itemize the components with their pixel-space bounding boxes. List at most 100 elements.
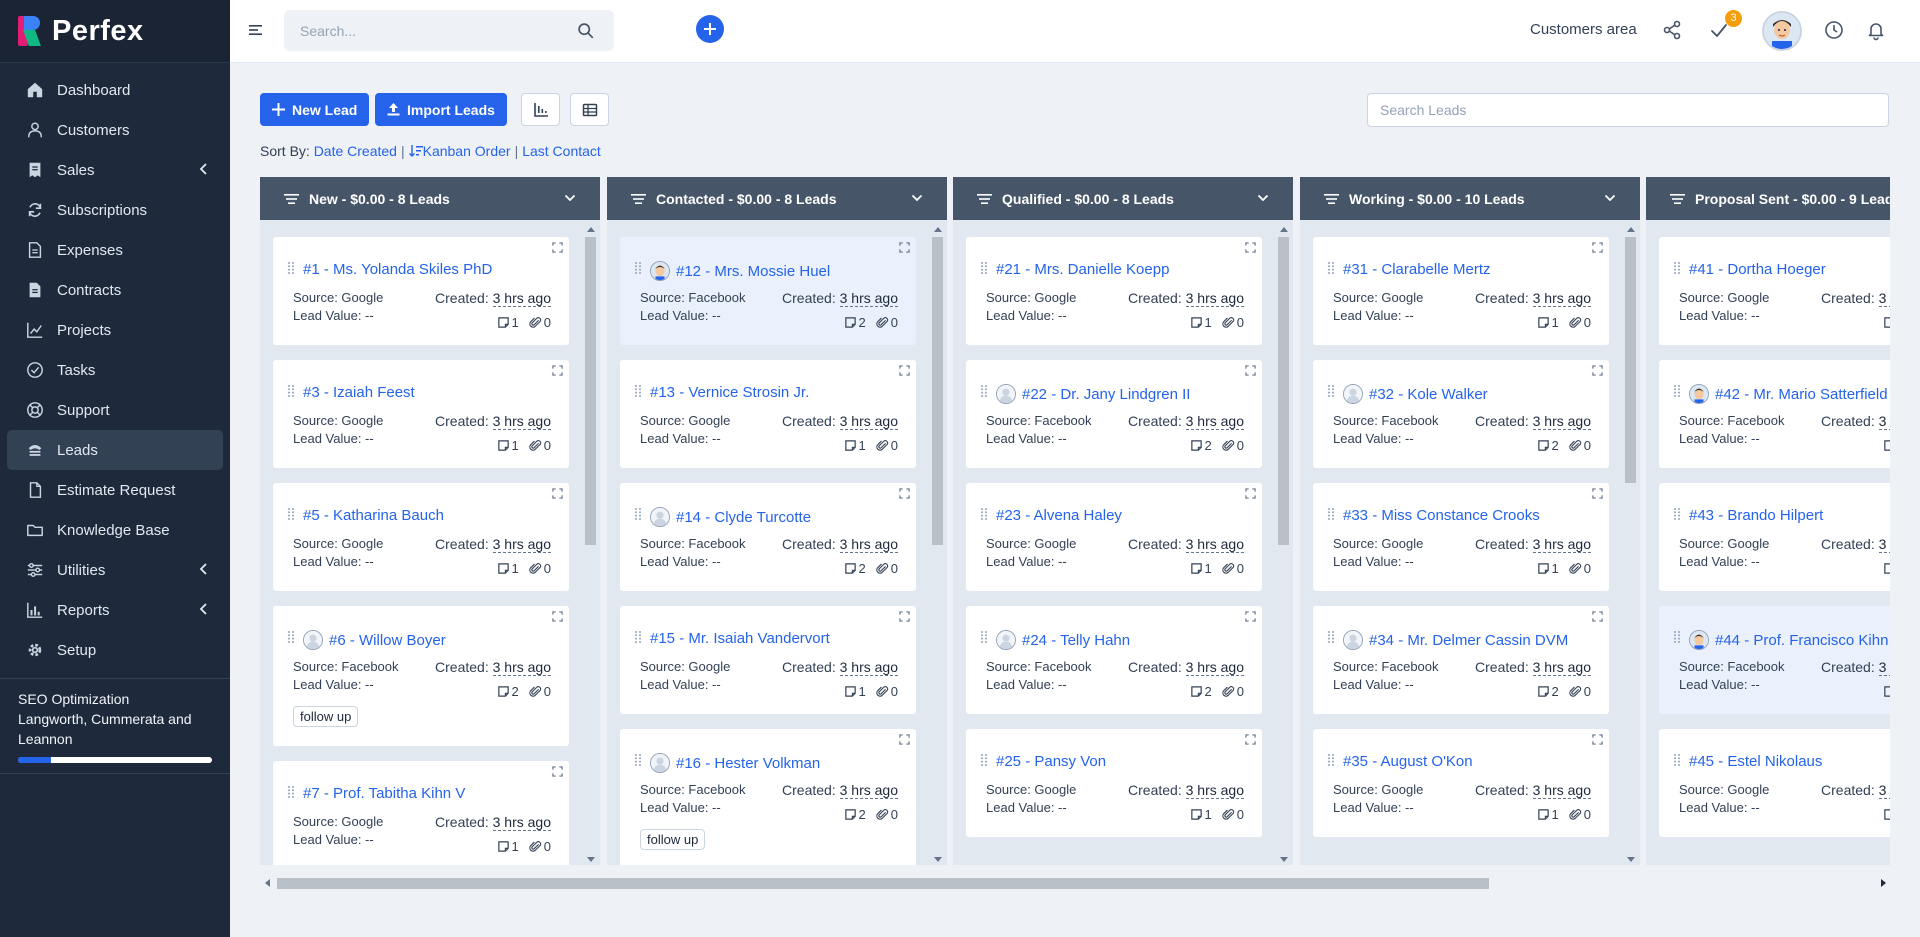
horizontal-scroll-thumb[interactable] (277, 878, 1489, 889)
lead-title-link[interactable]: #16 - Hester Volkman (650, 753, 820, 773)
bell-icon[interactable] (1865, 19, 1887, 41)
created-time[interactable]: 3 hrs ago (492, 413, 551, 430)
chevron-down-icon[interactable] (911, 192, 923, 204)
created-time[interactable]: 3 hrs ago (1878, 536, 1890, 553)
sidebar-item-reports[interactable]: Reports (7, 590, 223, 630)
sidebar-item-estimate-request[interactable]: Estimate Request (7, 470, 223, 510)
lead-card[interactable]: #16 - Hester Volkman Source: Facebook Lead… (619, 728, 917, 865)
scroll-up-arrow-icon[interactable] (934, 227, 942, 232)
created-time[interactable]: 3 hrs ago (1878, 782, 1890, 799)
vertical-scroll-thumb[interactable] (932, 237, 943, 545)
lead-title-link[interactable]: #24 - Telly Hahn (996, 630, 1130, 650)
switch-to-table-button[interactable] (570, 93, 609, 126)
lead-card[interactable]: #7 - Prof. Tabitha Kihn V Source: Google L… (272, 760, 570, 865)
global-search-input[interactable] (284, 10, 564, 51)
drag-handle-icon[interactable] (634, 630, 642, 644)
lead-tag[interactable]: follow up (640, 829, 706, 850)
pinned-project[interactable]: SEO Optimization Langworth, Cummerata an… (0, 678, 230, 774)
column-vertical-scrollbar[interactable] (585, 227, 596, 862)
kanban-column-header[interactable]: Contacted - $0.00 - 8 Leads (607, 177, 947, 220)
drag-handle-icon[interactable] (1673, 507, 1681, 521)
chevron-left-icon[interactable] (199, 603, 209, 615)
lead-card[interactable]: #44 - Prof. Francisco Kihn Source: Facebo… (1658, 605, 1890, 715)
created-time[interactable]: 3 hrs ago (1532, 290, 1591, 307)
created-time[interactable]: 3 hrs ago (839, 290, 898, 307)
drag-handle-icon[interactable] (1327, 753, 1335, 767)
lead-title-link[interactable]: #13 - Vernice Strosin Jr. (650, 384, 809, 401)
lead-title-link[interactable]: #15 - Mr. Isaiah Vandervort (650, 630, 830, 647)
column-vertical-scrollbar[interactable] (1278, 227, 1289, 862)
sidebar-item-subscriptions[interactable]: Subscriptions (7, 190, 223, 230)
lead-card[interactable]: #23 - Alvena Haley Source: Google Lead Val… (965, 482, 1263, 592)
lead-title-link[interactable]: #22 - Dr. Jany Lindgren II (996, 384, 1190, 404)
lead-title-link[interactable]: #34 - Mr. Delmer Cassin DVM (1343, 630, 1568, 650)
drag-handle-icon[interactable] (1327, 507, 1335, 521)
drag-handle-icon[interactable] (980, 753, 988, 767)
created-time[interactable]: 3 hrs ago (1185, 413, 1244, 430)
expand-icon[interactable] (552, 611, 563, 622)
created-time[interactable]: 3 hrs ago (1532, 413, 1591, 430)
drag-handle-icon[interactable] (634, 753, 642, 767)
created-time[interactable]: 3 hrs ago (1878, 413, 1890, 430)
drag-handle-icon[interactable] (1327, 630, 1335, 644)
drag-handle-icon[interactable] (1327, 384, 1335, 398)
lead-card[interactable]: #43 - Brando Hilpert Source: Google Lead V… (1658, 482, 1890, 592)
chevron-down-icon[interactable] (564, 192, 576, 204)
lead-title-link[interactable]: #23 - Alvena Haley (996, 507, 1122, 524)
sort-last-contact-link[interactable]: Last Contact (522, 143, 601, 159)
drag-handle-icon[interactable] (287, 384, 295, 398)
lead-card[interactable]: #22 - Dr. Jany Lindgren II Source: Facebo… (965, 359, 1263, 469)
lead-title-link[interactable]: #12 - Mrs. Mossie Huel (650, 261, 830, 281)
lead-card[interactable]: #31 - Clarabelle Mertz Source: Google Lead… (1312, 236, 1610, 346)
drag-handle-icon[interactable] (1673, 630, 1681, 644)
drag-handle-icon[interactable] (634, 507, 642, 521)
sidebar-item-tasks[interactable]: Tasks (7, 350, 223, 390)
drag-handle-icon[interactable] (980, 261, 988, 275)
chevron-left-icon[interactable] (199, 563, 209, 575)
created-time[interactable]: 3 hrs ago (1185, 782, 1244, 799)
search-leads-input[interactable] (1367, 93, 1889, 127)
lead-card[interactable]: #3 - Izaiah Feest Source: Google Lead Valu… (272, 359, 570, 469)
expand-icon[interactable] (552, 766, 563, 777)
drag-handle-icon[interactable] (980, 384, 988, 398)
scroll-up-arrow-icon[interactable] (587, 227, 595, 232)
scroll-down-arrow-icon[interactable] (587, 857, 595, 862)
expand-icon[interactable] (1592, 611, 1603, 622)
lead-card[interactable]: #25 - Pansy Von Source: Google Lead Value:… (965, 728, 1263, 838)
scroll-up-arrow-icon[interactable] (1280, 227, 1288, 232)
sidebar-item-leads[interactable]: Leads (7, 430, 223, 470)
vertical-scroll-thumb[interactable] (1625, 237, 1636, 483)
sidebar-item-customers[interactable]: Customers (7, 110, 223, 150)
lead-card[interactable]: #42 - Mr. Mario Satterfield Jr. Source: F… (1658, 359, 1890, 469)
lead-card[interactable]: #34 - Mr. Delmer Cassin DVM Source: Faceb… (1312, 605, 1610, 715)
drag-handle-icon[interactable] (634, 384, 642, 398)
lead-title-link[interactable]: #21 - Mrs. Danielle Koepp (996, 261, 1169, 278)
lead-title-link[interactable]: #35 - August O'Kon (1343, 753, 1473, 770)
sidebar-item-knowledge-base[interactable]: Knowledge Base (7, 510, 223, 550)
lead-card[interactable]: #24 - Telly Hahn Source: Facebook Lead Val… (965, 605, 1263, 715)
lead-title-link[interactable]: #7 - Prof. Tabitha Kihn V (303, 785, 465, 802)
drag-handle-icon[interactable] (634, 261, 642, 275)
lead-title-link[interactable]: #32 - Kole Walker (1343, 384, 1488, 404)
lead-title-link[interactable]: #45 - Estel Nikolaus (1689, 753, 1822, 770)
kanban-column-header[interactable]: Working - $0.00 - 10 Leads (1300, 177, 1640, 220)
expand-icon[interactable] (1245, 488, 1256, 499)
column-vertical-scrollbar[interactable] (932, 227, 943, 862)
created-time[interactable]: 3 hrs ago (1878, 659, 1890, 676)
created-time[interactable]: 3 hrs ago (1185, 290, 1244, 307)
created-time[interactable]: 3 hrs ago (839, 659, 898, 676)
lead-title-link[interactable]: #3 - Izaiah Feest (303, 384, 415, 401)
new-lead-button[interactable]: New Lead (260, 93, 370, 126)
sidebar-item-projects[interactable]: Projects (7, 310, 223, 350)
lead-card[interactable]: #21 - Mrs. Danielle Koepp Source: Google L… (965, 236, 1263, 346)
lead-title-link[interactable]: #43 - Brando Hilpert (1689, 507, 1823, 524)
lead-title-link[interactable]: #6 - Willow Boyer (303, 630, 446, 650)
created-time[interactable]: 3 hrs ago (1185, 536, 1244, 553)
lead-card[interactable]: #5 - Katharina Bauch Source: Google Lead V… (272, 482, 570, 592)
vertical-scroll-thumb[interactable] (585, 237, 596, 545)
drag-handle-icon[interactable] (287, 630, 295, 644)
switch-to-kanban-button[interactable] (521, 93, 560, 126)
expand-icon[interactable] (1245, 365, 1256, 376)
lead-card[interactable]: #45 - Estel Nikolaus Source: Google Lead V… (1658, 728, 1890, 838)
expand-icon[interactable] (1245, 611, 1256, 622)
